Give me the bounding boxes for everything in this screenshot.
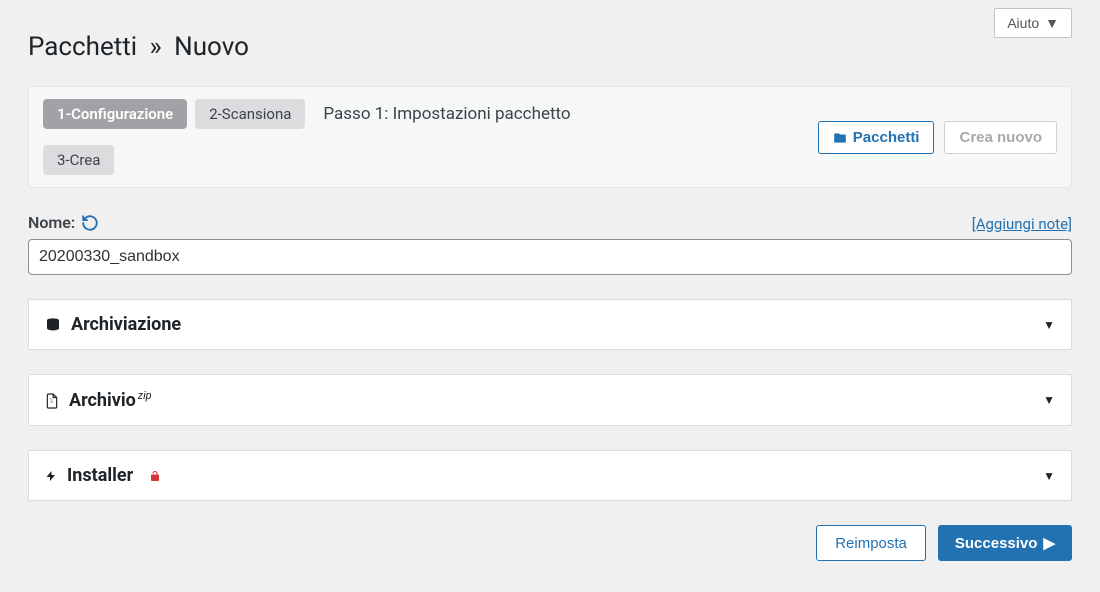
next-button[interactable]: Successivo ▶ — [938, 525, 1072, 561]
play-icon: ▶ — [1043, 534, 1055, 552]
create-new-button: Crea nuovo — [944, 121, 1057, 154]
reset-button[interactable]: Reimposta — [816, 525, 926, 561]
add-notes-link[interactable]: [Aggiungi note] — [972, 215, 1072, 233]
help-button[interactable]: Aiuto ▼ — [994, 8, 1072, 38]
package-name-input[interactable] — [28, 239, 1072, 275]
step-1-pill[interactable]: 1-Configurazione — [43, 99, 187, 129]
database-icon — [45, 314, 61, 335]
archive-icon — [833, 129, 847, 146]
caret-down-icon: ▼ — [1045, 15, 1059, 31]
packages-label: Pacchetti — [853, 129, 920, 146]
installer-label: Installer — [67, 465, 133, 486]
archive-sup: zip — [138, 389, 152, 402]
archive-label: Archivio — [69, 390, 136, 411]
steps-left: 1-Configurazione 2-Scansiona Passo 1: Im… — [43, 99, 658, 175]
next-label: Successivo — [955, 535, 1038, 552]
step-2-pill[interactable]: 2-Scansiona — [195, 99, 305, 129]
reset-label: Reimposta — [835, 535, 907, 552]
step-3-pill[interactable]: 3-Crea — [43, 145, 114, 175]
create-new-label: Crea nuovo — [959, 129, 1042, 146]
page-title-sep: » — [150, 32, 162, 62]
caret-down-icon: ▼ — [1043, 469, 1055, 483]
page-title-sub: Nuovo — [174, 32, 249, 62]
bolt-icon — [45, 465, 57, 486]
name-form: Nome: [Aggiungi note] — [28, 212, 1072, 275]
caret-down-icon: ▼ — [1043, 318, 1055, 332]
lock-open-icon — [149, 468, 161, 484]
installer-panel[interactable]: Installer ▼ — [28, 450, 1072, 501]
page-title-main: Pacchetti — [28, 32, 137, 62]
steps-bar: 1-Configurazione 2-Scansiona Passo 1: Im… — [28, 86, 1072, 188]
name-label: Nome: — [28, 213, 75, 232]
caret-down-icon: ▼ — [1043, 393, 1055, 407]
page-title: Pacchetti » Nuovo — [28, 32, 249, 62]
step-heading: Passo 1: Impostazioni pacchetto — [323, 104, 570, 124]
file-archive-icon — [45, 390, 59, 411]
storage-label: Archiviazione — [71, 314, 181, 335]
packages-button[interactable]: Pacchetti — [818, 121, 935, 154]
help-label: Aiuto — [1007, 15, 1039, 31]
reset-name-icon[interactable] — [81, 212, 99, 233]
footer-buttons: Reimposta Successivo ▶ — [28, 525, 1072, 561]
storage-panel[interactable]: Archiviazione ▼ — [28, 299, 1072, 350]
archive-panel[interactable]: Archiviozip ▼ — [28, 374, 1072, 426]
steps-right: Pacchetti Crea nuovo — [818, 121, 1057, 154]
